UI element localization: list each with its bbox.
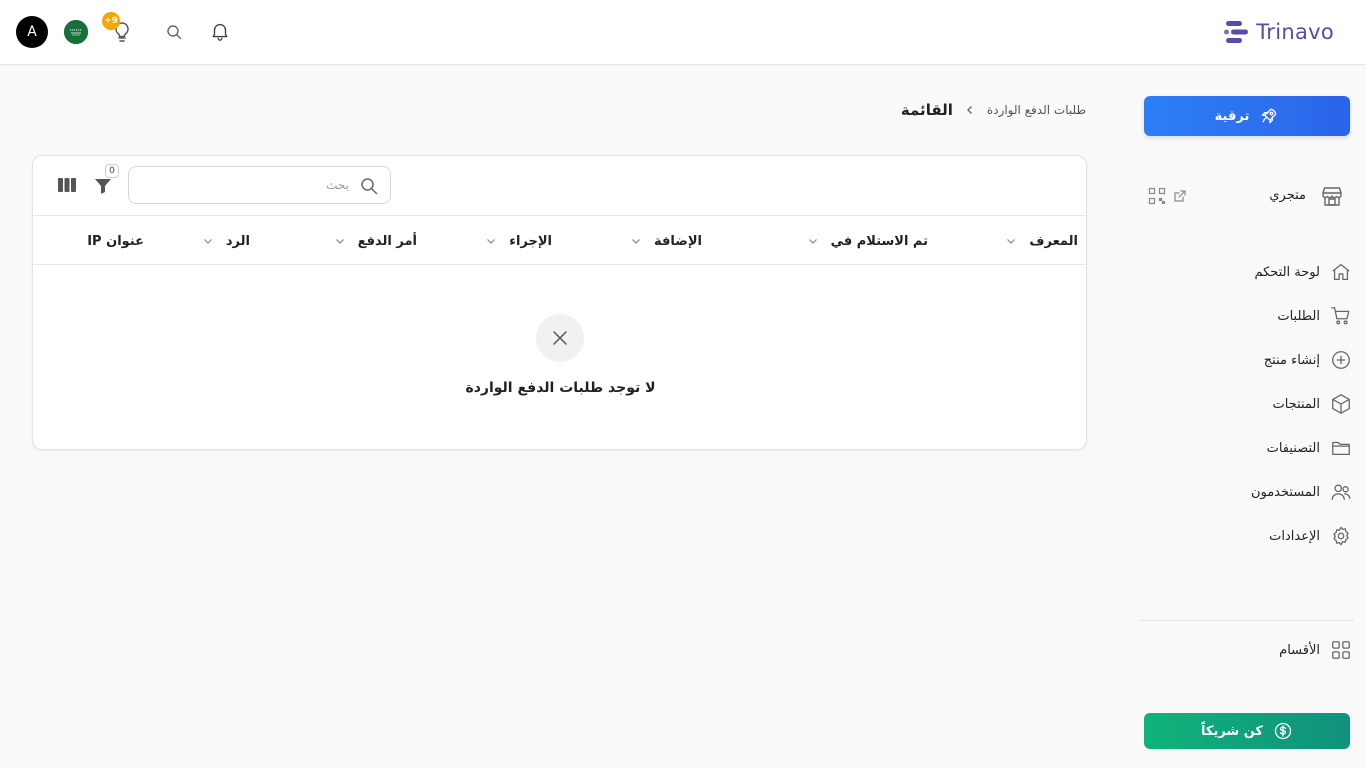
search-box[interactable] [128, 166, 391, 204]
column-label: المعرف [1029, 233, 1078, 249]
avatar[interactable]: A [16, 16, 48, 48]
chevron-left-icon [966, 106, 972, 114]
folder-icon [1332, 441, 1350, 456]
upgrade-label: ترقية [1214, 108, 1250, 124]
logo[interactable]: Trinavo [1224, 18, 1334, 46]
column-header-addon[interactable]: الإضافة [630, 230, 702, 252]
chevron-down-icon [335, 239, 344, 244]
sidebar-item-label: الإعدادات [1269, 528, 1320, 544]
sidebar-item-label: المنتجات [1272, 396, 1320, 412]
breadcrumb-parent[interactable]: طلبات الدفع الواردة [987, 103, 1086, 117]
plus-circle-icon [1332, 351, 1350, 369]
grid-icon [1332, 641, 1350, 659]
sidebar-item-label: المستخدمون [1250, 484, 1320, 500]
column-label: تم الاستلام في [830, 233, 928, 249]
sidebar-item-label: لوحة التحكم [1254, 264, 1320, 280]
column-header-received-at[interactable]: تم الاستلام في [807, 230, 928, 252]
column-header-ip-address[interactable]: عنوان IP [87, 230, 144, 252]
bell-icon[interactable] [209, 20, 231, 42]
chevron-down-icon [632, 239, 640, 244]
partner-label: كن شريكاً [1201, 723, 1263, 739]
sidebar-item-settings[interactable]: الإعدادات [1146, 521, 1352, 551]
sidebar-item-label: إنشاء منتج [1263, 352, 1320, 368]
my-store-row[interactable]: متجري [1144, 180, 1350, 212]
table-header: المعرف تم الاستلام في الإضافة الإجراء أم… [33, 216, 1086, 265]
upgrade-button[interactable]: ترقية [1144, 96, 1350, 136]
close-icon [553, 331, 567, 345]
search-input[interactable] [139, 167, 349, 203]
notification-count-badge: +9 [102, 12, 120, 30]
incoming-payments-table-card: 0 المعرف تم الاستلام في الإضافة الإجراء … [32, 155, 1087, 450]
sidebar-item-categories[interactable]: التصنيفات [1146, 433, 1352, 463]
store-icon [1322, 187, 1342, 206]
column-label: أمر الدفع [357, 233, 417, 249]
sidebar-item-orders[interactable]: الطلبات [1146, 301, 1352, 331]
search-icon [361, 178, 378, 195]
sidebar-item-label: الأقسام [1279, 642, 1320, 658]
sidebar-item-sections[interactable]: الأقسام [1146, 635, 1352, 665]
box-icon [1332, 394, 1350, 414]
sidebar-item-dashboard[interactable]: لوحة التحكم [1146, 257, 1352, 287]
table-toolbar: 0 [33, 156, 1086, 216]
column-header-action[interactable]: الإجراء [485, 230, 552, 252]
sidebar-item-users[interactable]: المستخدمون [1146, 477, 1352, 507]
column-label: الإجراء [509, 233, 552, 249]
rocket-icon [1262, 108, 1277, 124]
column-header-response[interactable]: الرد [202, 230, 250, 252]
sidebar-item-label: التصنيفات [1266, 440, 1320, 456]
filter-icon[interactable] [93, 176, 113, 196]
empty-state-message: لا توجد طلبات الدفع الواردة [465, 380, 656, 396]
top-bar: Trinavo A +9 [0, 0, 1366, 65]
become-partner-button[interactable]: كن شريكاً [1144, 713, 1350, 749]
breadcrumb: طلبات الدفع الواردة القائمة [901, 99, 1086, 121]
chevron-down-icon [1007, 239, 1016, 244]
sidebar-item-label: الطلبات [1277, 308, 1320, 324]
users-icon [1331, 484, 1351, 500]
gear-icon [1333, 526, 1349, 546]
sidebar-item-create-product[interactable]: إنشاء منتج [1146, 345, 1352, 375]
column-label: الرد [225, 233, 250, 249]
home-icon [1332, 264, 1350, 280]
chevron-down-icon [808, 239, 817, 244]
sidebar-divider [1140, 620, 1354, 621]
external-link-icon[interactable] [1172, 188, 1188, 204]
cart-icon [1331, 307, 1350, 325]
search-icon[interactable] [166, 24, 182, 40]
chevron-down-icon [487, 239, 496, 244]
chevron-down-icon [203, 239, 212, 244]
qr-code-icon[interactable] [1148, 187, 1166, 205]
column-label: عنوان IP [87, 233, 144, 249]
trinavo-logo-icon [1224, 21, 1249, 43]
dollar-circle-icon [1274, 722, 1292, 740]
columns-icon[interactable] [57, 176, 77, 194]
column-header-payment-order[interactable]: أمر الدفع [334, 230, 417, 252]
empty-state-icon [536, 314, 584, 362]
column-header-id[interactable]: المعرف [1005, 230, 1078, 252]
page-title: القائمة [900, 101, 953, 119]
sidebar-item-products[interactable]: المنتجات [1146, 389, 1352, 419]
column-label: الإضافة [654, 233, 702, 249]
store-label: متجري [1269, 188, 1306, 203]
logo-text: Trinavo [1256, 20, 1334, 44]
filter-count-badge: 0 [105, 164, 119, 178]
language-flag-icon[interactable] [64, 20, 88, 44]
